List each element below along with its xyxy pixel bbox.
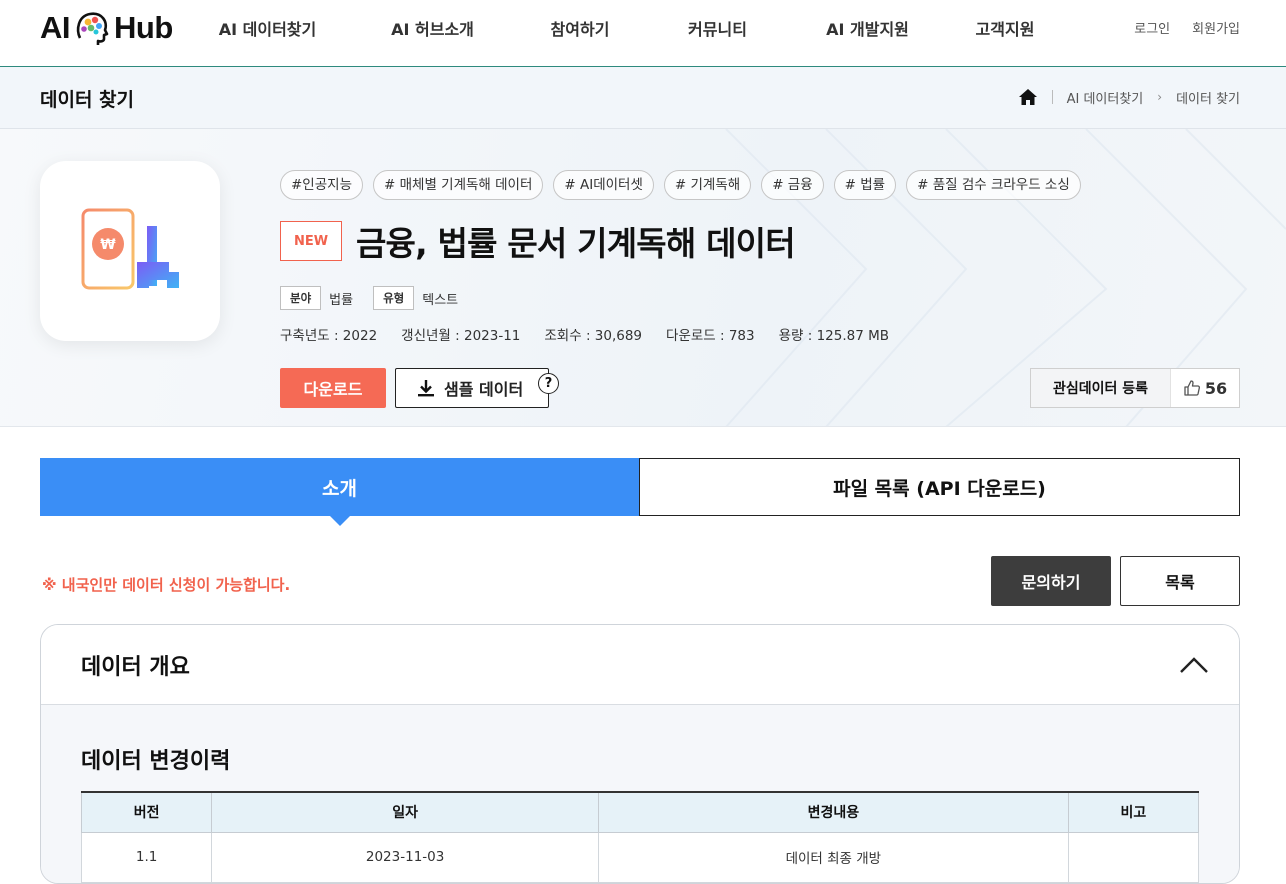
favorite-box: 관심데이터 등록 56 (1030, 368, 1240, 408)
title-row: NEW 금융, 법률 문서 기계독해 데이터 (280, 217, 796, 265)
cell-changes: 데이터 최종 개방 (597, 831, 1069, 883)
tab-file-list[interactable]: 파일 목록 (API 다운로드) (639, 458, 1240, 516)
logo-text-ai: AI (40, 10, 71, 45)
dataset-thumbnail: ₩ (40, 161, 220, 341)
change-history-title: 데이터 변경이력 (81, 749, 231, 774)
column-header-note: 비고 (1067, 791, 1200, 833)
aihub-logo[interactable]: AI Hub (40, 8, 173, 48)
like-button[interactable]: 56 (1171, 379, 1239, 398)
tag-ai[interactable]: #인공지능 (280, 170, 363, 200)
tab-intro[interactable]: 소개 (40, 458, 639, 526)
download-icon (418, 380, 434, 397)
nav-community[interactable]: 커뮤니티 (650, 16, 785, 40)
column-header-version: 버전 (80, 791, 213, 833)
dataset-stats: 구축년도 : 2022 갱신년월 : 2023-11 조회수 : 30,689 … (280, 324, 889, 344)
data-overview-panel: 데이터 개요 데이터 변경이력 버전 일자 변경내용 비고 1.1 2023-1… (40, 624, 1240, 884)
page-title: 데이터 찾기 (40, 89, 135, 111)
tag-list: #인공지능 # 매체별 기계독해 데이터 # AI데이터셋 # 기계독해 # 금… (280, 170, 1081, 200)
new-badge: NEW (280, 221, 342, 261)
field-value: 법률 (329, 292, 354, 308)
nav-ai-hub-intro[interactable]: AI 허브소개 (355, 16, 510, 40)
list-button[interactable]: 목록 (1120, 556, 1240, 606)
stat-build-year: 구축년도 : 2022 (280, 328, 378, 344)
notice-text: ※ 내국인만 데이터 신청이 가능합니다. (42, 576, 291, 594)
breadcrumb-divider (1051, 90, 1053, 104)
overview-title: 데이터 개요 (81, 654, 190, 680)
like-count: 56 (1204, 378, 1228, 398)
type-value: 텍스트 (422, 292, 459, 308)
cell-version: 1.1 (80, 831, 213, 883)
inquiry-button[interactable]: 문의하기 (991, 556, 1111, 606)
finance-law-icon: ₩ (81, 208, 179, 290)
column-header-date: 일자 (211, 791, 599, 833)
logo-text-hub: Hub (114, 10, 173, 45)
stat-size: 용량 : 125.87 MB (778, 328, 890, 344)
thumbs-up-icon (1184, 380, 1200, 396)
signup-link[interactable]: 회원가입 (1192, 18, 1240, 37)
tag-media-mrc[interactable]: # 매체별 기계독해 데이터 (373, 170, 544, 200)
home-icon[interactable] (1018, 87, 1038, 107)
favorite-register-button[interactable]: 관심데이터 등록 (1031, 369, 1171, 407)
util-links: 로그인 회원가입 (1134, 18, 1240, 37)
cell-date: 2023-11-03 (211, 831, 599, 883)
stat-views: 조회수 : 30,689 (544, 328, 643, 344)
overview-header[interactable]: 데이터 개요 (41, 625, 1239, 705)
cell-note (1067, 831, 1200, 883)
download-button[interactable]: 다운로드 (280, 368, 386, 408)
type-label: 유형 (373, 286, 415, 310)
svg-text:₩: ₩ (100, 237, 116, 253)
breadcrumb-item-data-search[interactable]: 데이터 찾기 (1176, 88, 1240, 107)
sample-data-label: 샘플 데이터 (444, 380, 524, 399)
content-tabs: 소개 파일 목록 (API 다운로드) (40, 458, 1240, 526)
nav-ai-data-search[interactable]: AI 데이터찾기 (180, 16, 355, 40)
table-row: 1.1 2023-11-03 데이터 최종 개방 (80, 831, 1200, 883)
top-header: AI Hub AI 데이터찾기 AI 허브소개 참여하기 커뮤니티 AI 개발지… (0, 0, 1286, 67)
tag-mrc[interactable]: # 기계독해 (663, 170, 752, 200)
field-label: 분야 (280, 286, 322, 310)
tag-finance[interactable]: # 금융 (761, 170, 824, 200)
sub-header: 데이터 찾기 AI 데이터찾기 › 데이터 찾기 (0, 67, 1286, 129)
sample-data-button[interactable]: 샘플 데이터 (395, 368, 549, 408)
stat-updated: 갱신년월 : 2023-11 (401, 328, 521, 344)
help-icon[interactable]: ? (538, 373, 559, 394)
overview-body: 데이터 변경이력 버전 일자 변경내용 비고 1.1 2023-11-03 데이… (41, 705, 1239, 883)
column-header-changes: 변경내용 (597, 791, 1069, 833)
nav-customer-support[interactable]: 고객지원 (950, 16, 1060, 40)
main-nav: AI 데이터찾기 AI 허브소개 참여하기 커뮤니티 AI 개발지원 고객지원 (180, 0, 1060, 55)
tag-quality-crowdsourcing[interactable]: # 품질 검수 크라우드 소싱 (906, 170, 1081, 200)
dataset-title: 금융, 법률 문서 기계독해 데이터 (356, 224, 796, 263)
brain-head-icon (76, 12, 109, 45)
table-header-row: 버전 일자 변경내용 비고 (80, 791, 1200, 833)
breadcrumb: AI 데이터찾기 › 데이터 찾기 (1018, 87, 1240, 107)
breadcrumb-item-ai-data-search[interactable]: AI 데이터찾기 (1067, 88, 1144, 107)
stat-downloads: 다운로드 : 783 (666, 328, 755, 344)
chevron-right-icon: › (1157, 90, 1163, 104)
tag-law[interactable]: # 법률 (833, 170, 897, 200)
tag-ai-dataset[interactable]: # AI데이터셋 (553, 170, 654, 200)
login-link[interactable]: 로그인 (1134, 18, 1170, 37)
dataset-hero: ₩ #인공지능 # 매체별 기계독해 데이터 # AI데이터셋 # 기계독해 #… (0, 129, 1286, 427)
category-row: 분야 법률 유형 텍스트 (280, 286, 478, 310)
chevron-up-icon[interactable] (1179, 656, 1209, 674)
nav-ai-dev-support[interactable]: AI 개발지원 (785, 16, 950, 40)
nav-participate[interactable]: 참여하기 (510, 16, 650, 40)
change-history-table: 버전 일자 변경내용 비고 1.1 2023-11-03 데이터 최종 개방 (80, 791, 1200, 883)
